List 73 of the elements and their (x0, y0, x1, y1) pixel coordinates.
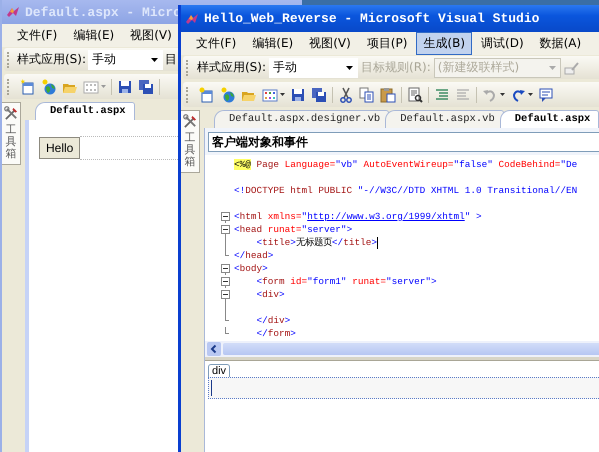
fold-toggle-icon[interactable] (221, 225, 230, 236)
menu-item[interactable]: 编辑(E) (66, 24, 122, 47)
fold-end-line (225, 249, 230, 256)
code-line: <form id="form1" runat="server"> (256, 275, 437, 288)
document-tab[interactable]: Default.aspx.designer.vb (214, 110, 390, 128)
fold-toggle-icon[interactable] (221, 277, 230, 288)
menu-item[interactable]: 文件(F) (189, 32, 244, 55)
target-rule-label: 目 (165, 51, 178, 68)
globe-icon[interactable] (220, 86, 236, 102)
save-icon[interactable] (290, 86, 306, 102)
menu-item[interactable]: 文件(F) (10, 24, 64, 47)
tools-icon (4, 106, 18, 121)
caret-icon[interactable] (151, 58, 158, 62)
toolbox-tab[interactable]: 工具箱 (2, 102, 21, 166)
menu-item[interactable]: 生成(B) (416, 32, 472, 55)
document-tab[interactable]: Default.aspx.vb (385, 110, 504, 128)
caret-icon[interactable] (346, 66, 354, 70)
window-title: Hello_Web_Reverse - Microsoft Visual Studio (204, 11, 540, 26)
fold-guide-line (225, 236, 226, 249)
target-rule-label: 目标规则(R): (361, 59, 431, 76)
grid-icon[interactable] (262, 86, 278, 102)
code-line: <head runat="server"> (234, 223, 352, 236)
code-line: <!DOCTYPE html PUBLIC "-//W3C//DTD XHTML 1.0 Transitional//EN (234, 184, 578, 197)
fold-toggle-icon[interactable] (221, 264, 230, 275)
caret-icon[interactable] (500, 93, 505, 96)
save-icon[interactable] (117, 78, 133, 94)
code-line: </div> (256, 314, 290, 327)
globe-icon[interactable] (41, 78, 57, 94)
scissors-icon[interactable] (338, 86, 354, 102)
menu-item[interactable]: 调试(D) (474, 32, 531, 55)
menu-item[interactable]: 项目(P) (360, 32, 414, 55)
paste-icon[interactable] (380, 86, 396, 102)
comment-icon[interactable] (538, 86, 554, 102)
menu-item[interactable]: 数据(A) (532, 32, 588, 55)
code-line: <%@ Page Language="vb" AutoEventWireup="false" CodeBehind="De (234, 158, 578, 171)
copy-icon[interactable] (359, 86, 375, 102)
save-all-icon[interactable] (138, 78, 154, 94)
element-tag[interactable]: div (208, 364, 230, 377)
save-all-icon[interactable] (311, 86, 327, 102)
style-dropdown[interactable]: 手动 (88, 50, 164, 70)
fold-guide-line (225, 301, 226, 314)
fold-toggle-icon[interactable] (221, 290, 230, 301)
url-link[interactable]: http://www.w3.org/1999/xhtml (307, 211, 465, 222)
document-tab[interactable]: Default.aspx (500, 110, 599, 128)
new-project-icon[interactable] (20, 78, 36, 94)
new-project-icon[interactable] (199, 86, 215, 102)
code-line: </form> (256, 327, 296, 340)
scroll-left-icon[interactable] (207, 342, 221, 356)
horizontal-scrollbar[interactable] (205, 341, 599, 357)
code-line: <body> (234, 262, 268, 275)
style-label: 样式应用(S): (197, 59, 266, 76)
menu-item[interactable]: 视图(V) (123, 24, 179, 47)
code-line: <div> (256, 288, 285, 301)
indent-icon[interactable] (434, 86, 450, 102)
document-tab[interactable]: Default.aspx (35, 102, 135, 120)
app-logo-icon (5, 4, 21, 20)
find-doc-icon[interactable] (407, 86, 423, 102)
fold-toggle-icon[interactable] (221, 212, 230, 223)
style-label: 样式应用(S): (17, 51, 86, 68)
object-dropdown[interactable]: 客户端对象和事件 (208, 132, 599, 152)
menu-item[interactable]: 编辑(E) (245, 32, 300, 55)
div-element[interactable] (208, 377, 599, 399)
code-line: <title>无标题页</title> (256, 236, 377, 249)
tools-icon (182, 114, 198, 129)
caret-icon[interactable] (280, 93, 285, 96)
fold-end-line (225, 314, 230, 321)
menu-item[interactable]: 视图(V) (302, 32, 358, 55)
code-line: <html xmlns="http://www.w3.org/1999/xhtml" > (234, 210, 482, 223)
caret-icon[interactable] (528, 93, 533, 96)
toolbox-tab[interactable]: 工具箱 (181, 110, 200, 174)
code-line: </head> (234, 249, 274, 262)
fold-end-line (225, 327, 230, 334)
hello-button[interactable]: Hello (39, 137, 80, 159)
